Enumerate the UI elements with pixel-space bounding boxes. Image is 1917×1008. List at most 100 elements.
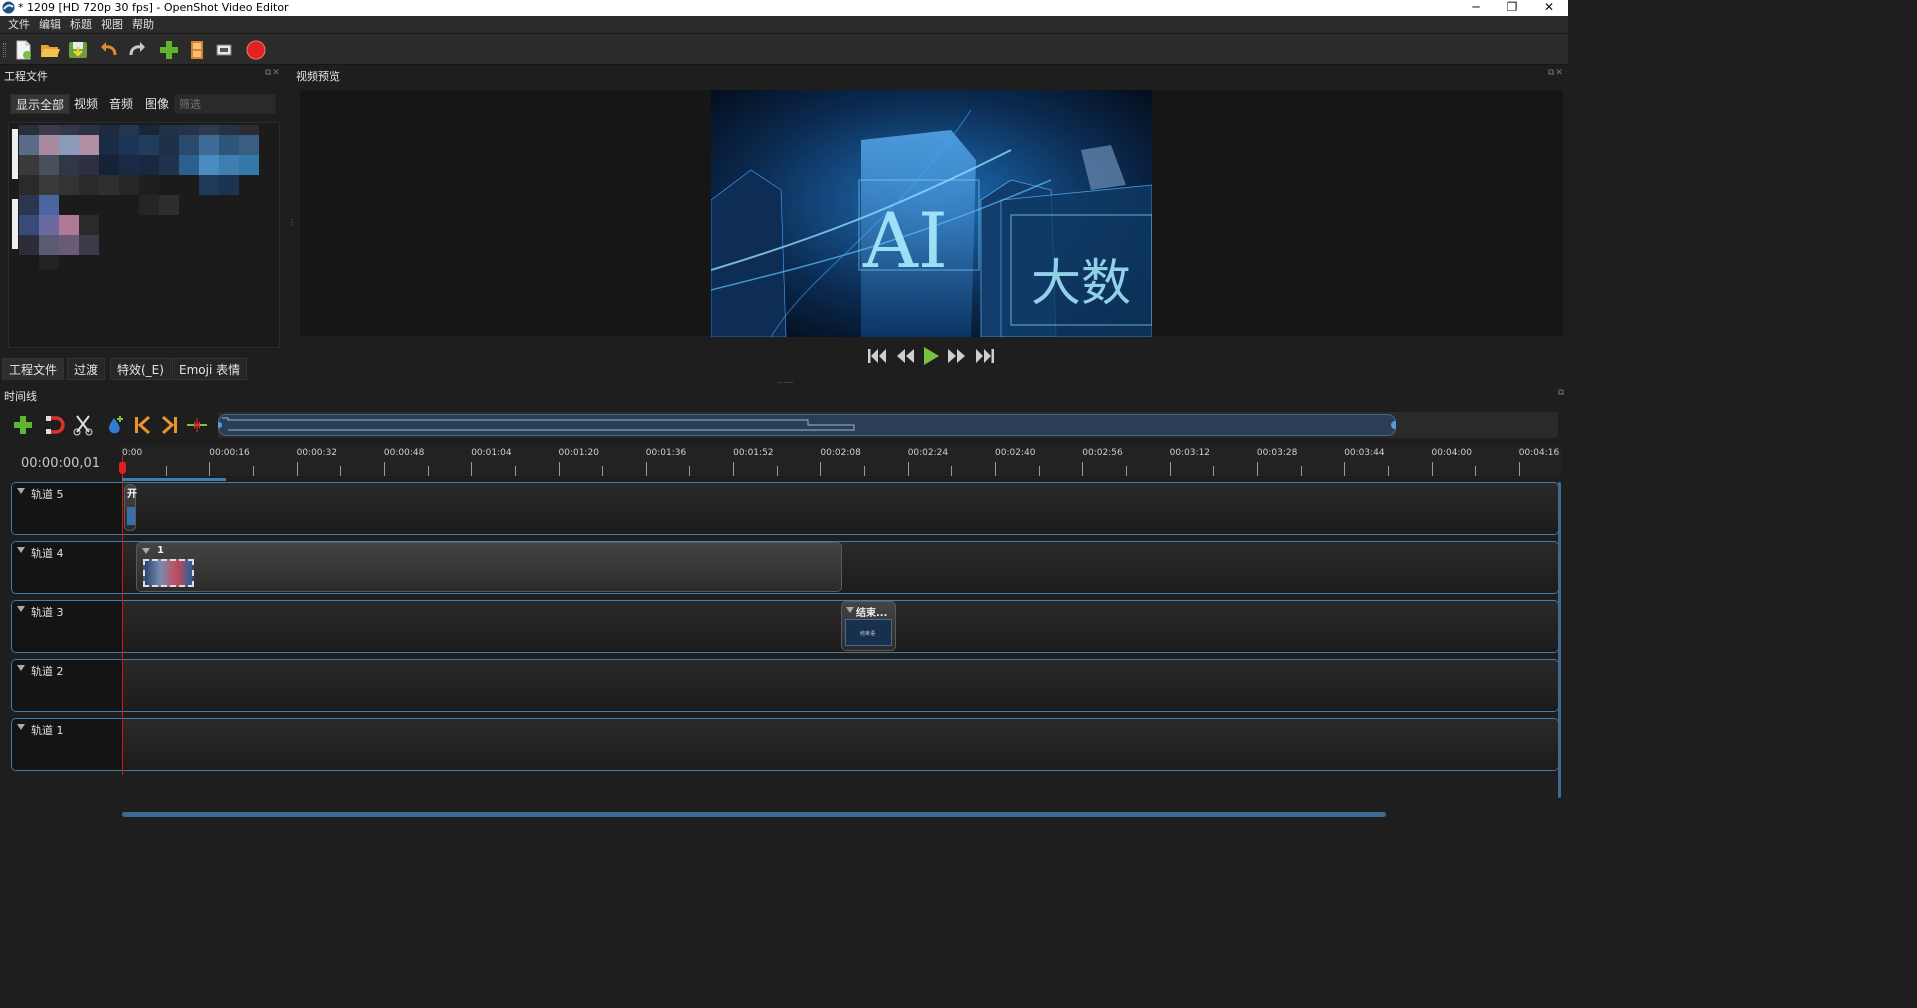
tab-effects[interactable]: 特效(_E) xyxy=(110,358,171,380)
toolbar-grip[interactable] xyxy=(3,43,6,57)
ruler-tick-label: 00:01:36 xyxy=(645,448,687,458)
previous-marker-icon[interactable] xyxy=(132,414,154,436)
timeline-vertical-scrollbar[interactable] xyxy=(1558,482,1561,798)
ruler-tick xyxy=(1387,466,1389,476)
track-2[interactable]: 轨道 2 xyxy=(11,659,1559,712)
undo-icon[interactable] xyxy=(98,39,120,61)
track-header[interactable]: 轨道 4 xyxy=(12,542,123,593)
add-track-icon[interactable] xyxy=(12,414,34,436)
play-icon[interactable] xyxy=(920,346,942,366)
track-4[interactable]: 轨道 4 1 xyxy=(11,541,1559,594)
clip-track3[interactable]: 结束... 结束语 xyxy=(841,601,896,651)
track-header[interactable]: 轨道 1 xyxy=(12,719,123,770)
tab-emoji[interactable]: Emoji 表情 xyxy=(172,358,248,380)
project-files-list[interactable] xyxy=(8,122,280,348)
redo-icon[interactable] xyxy=(126,39,148,61)
ruler-tick-label: 00:02:56 xyxy=(1082,448,1123,458)
track-lane[interactable] xyxy=(123,719,1558,770)
track-5[interactable]: 轨道 5 开 xyxy=(11,482,1559,535)
track-lane[interactable] xyxy=(123,660,1558,711)
ruler-tick xyxy=(602,466,604,476)
ruler-tick xyxy=(820,462,822,476)
ruler-tick xyxy=(1344,462,1346,476)
filter-image[interactable]: 图像 xyxy=(140,94,174,114)
zoom-slider-range[interactable] xyxy=(218,414,1396,436)
menu-title[interactable]: 标题 xyxy=(70,18,92,32)
tab-project-files[interactable]: 工程文件 xyxy=(2,358,65,380)
jump-start-icon[interactable] xyxy=(866,346,888,366)
ruler-tick xyxy=(995,462,996,476)
main-toolbar xyxy=(0,34,1568,65)
filter-audio[interactable]: 音频 xyxy=(104,94,138,114)
clip-track5[interactable]: 开 xyxy=(124,484,137,531)
export-video-icon[interactable] xyxy=(245,39,267,61)
new-project-icon[interactable] xyxy=(12,39,34,61)
project-files-title: 工程文件 xyxy=(4,70,48,83)
preview-cn-text: 大数 xyxy=(1031,254,1131,312)
razor-icon[interactable] xyxy=(72,414,94,436)
ruler-tick xyxy=(340,466,342,476)
track-header[interactable]: 轨道 3 xyxy=(12,601,123,652)
track-header[interactable]: 轨道 5 xyxy=(12,483,123,534)
timeline-dock-button[interactable]: ⧉ xyxy=(1558,388,1565,398)
timeline-horizontal-scrollbar[interactable] xyxy=(122,812,1386,817)
collapse-arrow-icon[interactable] xyxy=(17,488,25,494)
video-preview-dock-buttons[interactable]: ⧉✕ xyxy=(1548,68,1564,78)
track-header[interactable]: 轨道 2 xyxy=(12,660,123,711)
filter-show-all[interactable]: 显示全部 xyxy=(10,94,71,114)
snapping-icon[interactable] xyxy=(44,414,66,436)
fullscreen-icon[interactable] xyxy=(213,39,235,61)
collapse-arrow-icon[interactable] xyxy=(17,547,25,553)
ruler-tick xyxy=(645,462,647,476)
collapse-arrow-icon[interactable] xyxy=(17,724,25,730)
track-lane[interactable]: 结束... 结束语 xyxy=(123,601,1558,652)
playhead-handle[interactable] xyxy=(119,462,126,474)
track-1[interactable]: 轨道 1 xyxy=(11,718,1559,771)
clip-label: 开 xyxy=(127,489,137,500)
blurred-file-thumbnails[interactable] xyxy=(9,123,280,348)
horizontal-splitter[interactable]: ...... xyxy=(778,376,793,385)
ruler-tick xyxy=(427,466,429,476)
close-button[interactable]: ✕ xyxy=(1531,0,1567,16)
tab-transitions[interactable]: 过渡 xyxy=(67,358,106,380)
filter-input[interactable] xyxy=(174,94,276,114)
ruler-tick-label: 0:00 xyxy=(122,448,143,458)
timeline-title: 时间线 xyxy=(4,390,37,403)
clip-menu-arrow-icon[interactable] xyxy=(142,548,150,554)
timeline-ruler[interactable]: 0:00 00:00:16 00:00:32 00:00:48 00:01:04 00:0… xyxy=(122,446,1562,476)
ruler-tick xyxy=(951,466,953,476)
fast-forward-icon[interactable] xyxy=(946,346,968,366)
ruler-tick xyxy=(252,466,254,476)
import-files-icon[interactable] xyxy=(158,39,180,61)
center-playhead-icon[interactable] xyxy=(186,414,208,436)
add-marker-icon[interactable] xyxy=(104,414,126,436)
ruler-tick-label: 00:02:24 xyxy=(907,448,949,458)
ruler-tick xyxy=(558,462,560,476)
minimize-button[interactable]: ─ xyxy=(1458,0,1494,16)
choose-profile-icon[interactable] xyxy=(186,39,208,61)
project-files-dock-buttons[interactable]: ⧉✕ xyxy=(265,68,281,78)
track-lane[interactable]: 开 xyxy=(123,483,1558,534)
jump-end-icon[interactable] xyxy=(974,346,996,366)
menu-file[interactable]: 文件 xyxy=(8,18,30,32)
save-project-icon[interactable] xyxy=(67,39,89,61)
collapse-arrow-icon[interactable] xyxy=(17,606,25,612)
menu-help[interactable]: 帮助 xyxy=(132,18,154,32)
preview-frame-image: AI 大数 xyxy=(711,90,1152,337)
next-marker-icon[interactable] xyxy=(158,414,180,436)
track-3[interactable]: 轨道 3 结束... 结束语 xyxy=(11,600,1559,653)
track-lane[interactable]: 1 xyxy=(123,542,1558,593)
vertical-splitter[interactable]: ⋮ xyxy=(288,218,296,227)
rewind-icon[interactable] xyxy=(894,346,916,366)
filter-video[interactable]: 视频 xyxy=(69,94,103,114)
collapse-arrow-icon[interactable] xyxy=(17,665,25,671)
playhead-line[interactable] xyxy=(122,455,123,775)
open-project-icon[interactable] xyxy=(39,39,61,61)
clip-track4[interactable]: 1 xyxy=(136,542,842,592)
menu-view[interactable]: 视图 xyxy=(101,18,123,32)
ruler-tick-label: 00:03:28 xyxy=(1256,448,1298,458)
clip-menu-arrow-icon[interactable] xyxy=(846,607,854,613)
menu-edit[interactable]: 编辑 xyxy=(39,18,61,32)
restore-button[interactable]: ❐ xyxy=(1494,0,1530,16)
menu-bar: 文件 编辑 标题 视图 帮助 xyxy=(0,16,1568,34)
